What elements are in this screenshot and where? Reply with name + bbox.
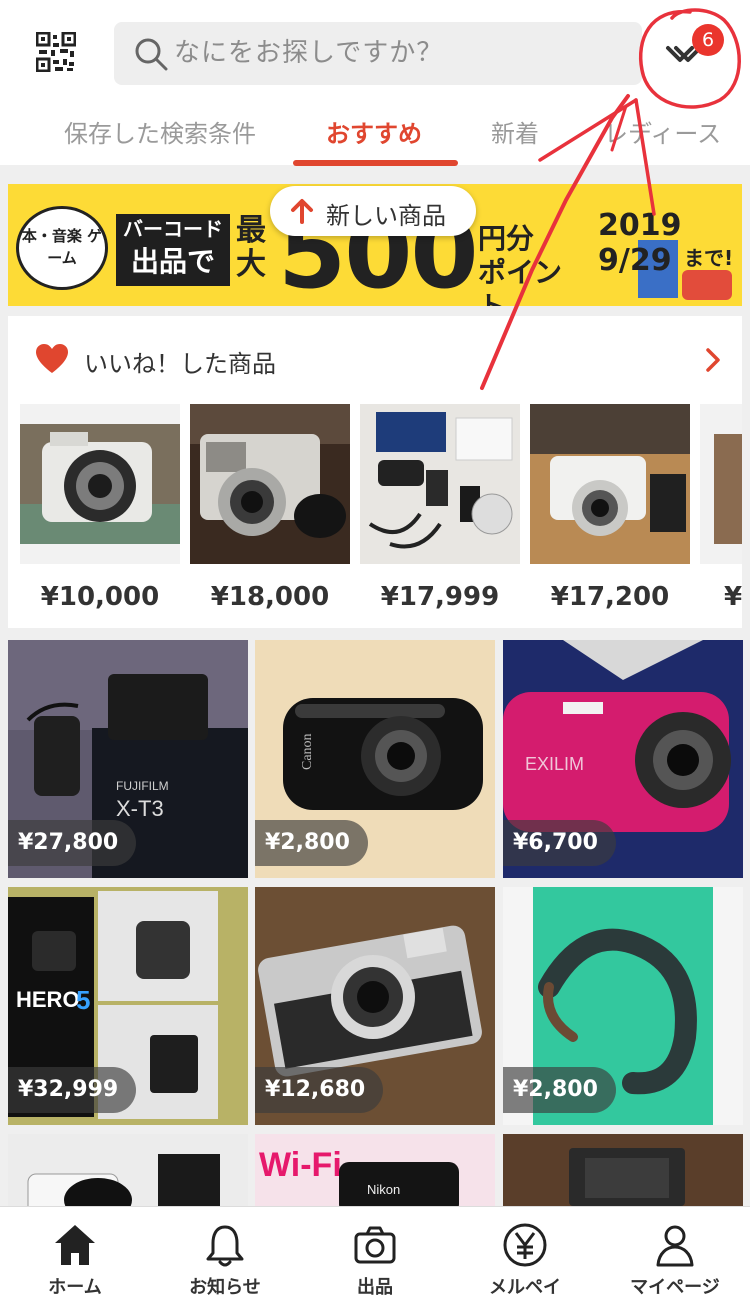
nav-notifications-label: お知らせ xyxy=(189,1277,261,1298)
chevron-right-icon[interactable] xyxy=(702,346,724,374)
tab-ladies[interactable]: レディース xyxy=(604,114,721,149)
liked-items-section: いいね！した商品 ¥10,000 ¥18,000 ¥17,999 ¥17,200… xyxy=(8,316,742,628)
product-card[interactable]: HERO 5 ¥32,999 xyxy=(8,887,248,1125)
search-placeholder: なにをお探しですか？ xyxy=(174,38,444,68)
liked-item-price: ¥17,200 xyxy=(550,582,670,612)
nav-merpay-label: メルペイ xyxy=(489,1277,561,1298)
nav-sell-label: 出品 xyxy=(357,1277,393,1298)
arrow-up-icon xyxy=(291,199,313,224)
bottom-navigation: ホーム お知らせ 出品 メルペイ マイページ xyxy=(0,1206,750,1304)
liked-item-thumb[interactable] xyxy=(360,404,520,564)
svg-text:EXILIM: EXILIM xyxy=(525,754,584,774)
nav-home[interactable]: ホーム xyxy=(0,1207,150,1304)
nav-mypage-label: マイページ xyxy=(630,1277,720,1298)
banner-bubble: 本・音楽 ゲーム xyxy=(16,206,108,290)
liked-item-price: ¥17,999 xyxy=(380,582,500,612)
nav-sell[interactable]: 出品 xyxy=(300,1207,450,1304)
qr-code-icon[interactable] xyxy=(36,32,76,72)
product-card[interactable]: FUJIFILM X-T3 ¥27,800 xyxy=(8,640,248,878)
liked-item-thumb[interactable] xyxy=(20,404,180,564)
banner-max-label: 最大 xyxy=(236,213,266,282)
nav-mypage[interactable]: マイページ xyxy=(600,1207,750,1304)
liked-item-thumb[interactable] xyxy=(190,404,350,564)
liked-section-title: いいね！した商品 xyxy=(84,350,276,378)
product-card[interactable] xyxy=(8,1134,248,1206)
bell-icon xyxy=(206,1225,244,1267)
tab-bar: 保存した検索条件 おすすめ 新着 レディース xyxy=(0,104,750,166)
product-price-tag: ¥6,700 xyxy=(503,820,616,866)
banner-unit: 円分 ポイント xyxy=(478,222,563,306)
banner-until: まで! xyxy=(684,246,734,270)
notification-badge: 6 xyxy=(692,24,724,56)
search-bar[interactable]: なにをお探しですか？ xyxy=(114,22,642,85)
svg-text:Wi-Fi: Wi-Fi xyxy=(259,1146,342,1184)
product-price-tag: ¥12,680 xyxy=(255,1067,384,1113)
product-card[interactable]: ¥12,680 xyxy=(255,887,495,1125)
new-items-pill[interactable]: 新しい商品 xyxy=(270,186,476,236)
svg-text:5: 5 xyxy=(76,985,90,1015)
svg-text:Nikon: Nikon xyxy=(367,1182,400,1197)
camera-photo xyxy=(530,404,690,564)
product-price-tag: ¥2,800 xyxy=(255,820,368,866)
camera-photo xyxy=(8,1134,248,1206)
camera-photo xyxy=(190,404,350,564)
product-price-tag: ¥2,800 xyxy=(503,1067,616,1113)
product-card[interactable]: Wi-Fi Nikon xyxy=(255,1134,495,1206)
search-icon xyxy=(135,38,168,71)
product-card[interactable]: EXILIM ¥6,700 xyxy=(503,640,743,878)
yen-icon xyxy=(503,1223,547,1267)
svg-text:FUJIFILM: FUJIFILM xyxy=(116,779,169,793)
camera-photo xyxy=(700,404,742,564)
liked-item-thumb[interactable] xyxy=(700,404,742,564)
product-card[interactable] xyxy=(503,1134,743,1206)
active-tab-indicator xyxy=(293,160,458,166)
nav-home-label: ホーム xyxy=(48,1277,102,1298)
nav-merpay[interactable]: メルペイ xyxy=(450,1207,600,1304)
banner-barcode-line2: 出品で xyxy=(130,245,215,278)
product-card[interactable]: ¥2,800 xyxy=(503,887,743,1125)
liked-item-price: ¥ xyxy=(724,582,743,612)
liked-item-price: ¥10,000 xyxy=(40,582,160,612)
liked-item-price: ¥18,000 xyxy=(210,582,330,612)
liked-item-thumb[interactable] xyxy=(530,404,690,564)
nav-notifications[interactable]: お知らせ xyxy=(150,1207,300,1304)
home-icon xyxy=(55,1225,95,1265)
app-header: なにをお探しですか？ 6 保存した検索条件 おすすめ 新着 レディース xyxy=(0,0,750,166)
banner-barcode-line1: バーコード xyxy=(123,217,223,241)
wifi-camera-photo: Wi-Fi Nikon xyxy=(255,1134,495,1206)
tab-recommended[interactable]: おすすめ xyxy=(326,114,422,149)
product-card[interactable]: Canon ¥2,800 xyxy=(255,640,495,878)
new-items-label: 新しい商品 xyxy=(326,202,446,230)
product-price-tag: ¥32,999 xyxy=(8,1067,137,1113)
product-price-tag: ¥27,800 xyxy=(8,820,137,866)
svg-text:Canon: Canon xyxy=(300,733,315,770)
svg-text:X-T3: X-T3 xyxy=(116,796,164,821)
charger-photo xyxy=(503,1134,743,1206)
banner-barcode-box: バーコード 出品で xyxy=(116,214,230,286)
person-icon xyxy=(656,1225,694,1267)
tab-saved-searches[interactable]: 保存した検索条件 xyxy=(64,114,256,149)
camera-kit-photo xyxy=(360,404,520,564)
camera-photo xyxy=(20,404,180,564)
heart-icon xyxy=(36,344,68,373)
svg-text:HERO: HERO xyxy=(16,987,80,1012)
tab-new-arrivals[interactable]: 新着 xyxy=(491,114,539,149)
camera-icon xyxy=(354,1226,396,1264)
